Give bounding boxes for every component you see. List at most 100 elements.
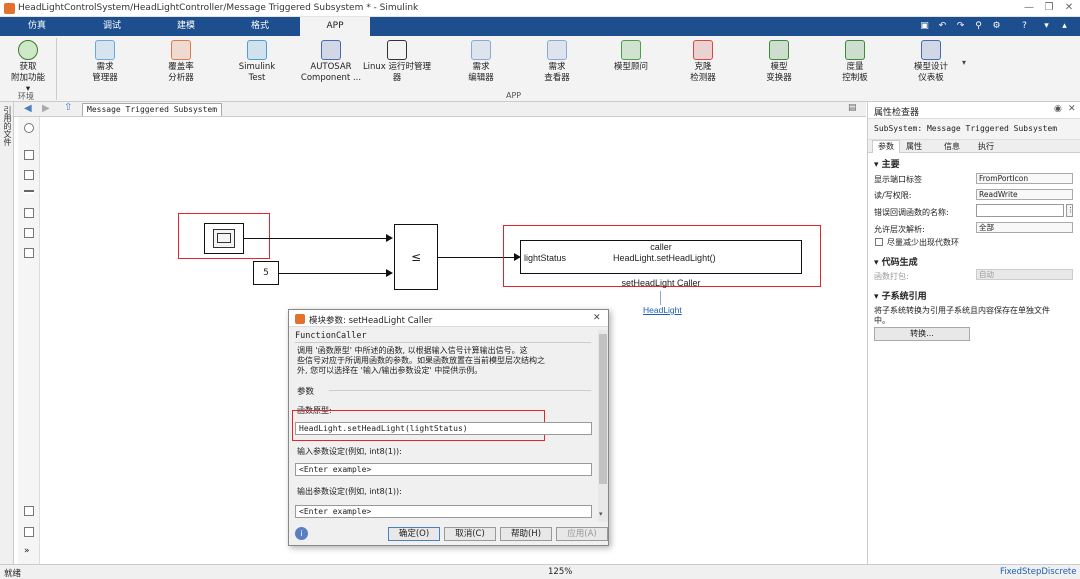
maximize-icon[interactable]: ❐: [1042, 2, 1056, 14]
inspector-close-icon[interactable]: ✕: [1068, 104, 1076, 114]
ribbon-button-label: 管理器: [92, 73, 118, 83]
save-icon[interactable]: ▣: [918, 20, 931, 33]
ribbon-button-linux-runtime[interactable]: Linux 运行时管理器: [362, 40, 432, 92]
output-spec-input[interactable]: <Enter example>: [295, 505, 592, 518]
arrow-icon[interactable]: [24, 190, 34, 194]
metrics-dashboard-icon: [845, 40, 865, 60]
ribbon-button-label: 编辑器: [468, 73, 494, 83]
settings-icon[interactable]: ⚙: [990, 20, 1003, 33]
constant-block[interactable]: 5: [253, 261, 279, 285]
minimize-icon[interactable]: —: [1022, 2, 1036, 14]
area-icon[interactable]: [24, 248, 34, 258]
function-caller-block[interactable]: caller lightStatus HeadLight.setHeadLigh…: [520, 240, 802, 274]
help-button[interactable]: 帮助(H): [500, 527, 552, 541]
redo-icon[interactable]: ↷: [954, 20, 967, 33]
ribbon-button-label: AUTOSAR: [310, 62, 352, 72]
image-icon[interactable]: [24, 228, 34, 238]
input-spec-input[interactable]: <Enter example>: [295, 463, 592, 476]
inspector-tab-exec[interactable]: 执行: [978, 141, 994, 152]
ribbon-button-label: 分析器: [168, 73, 194, 83]
ok-button[interactable]: 确定(O): [388, 527, 440, 541]
breadcrumb[interactable]: Message Triggered Subsystem: [82, 103, 223, 116]
help-icon[interactable]: ?: [1018, 20, 1031, 33]
rw-permission-select[interactable]: ReadWrite: [976, 189, 1073, 200]
inspector-tab-params[interactable]: 参数: [872, 140, 900, 153]
property-icon[interactable]: [24, 527, 34, 537]
ribbon-button-requirements[interactable]: 需求 管理器: [70, 40, 140, 92]
error-callback-input[interactable]: [976, 204, 1064, 217]
expand-palette-icon[interactable]: »: [24, 546, 30, 556]
ribbon-button-model-transformer[interactable]: 模型 变换器: [744, 40, 814, 92]
ribbon-button-label: 模型顾问: [613, 62, 648, 72]
tab-simulation[interactable]: 仿真: [18, 17, 56, 36]
editor-toolbar: ◀ ▶ ⇧ Message Triggered Subsystem ▤: [0, 102, 866, 117]
zoom-level[interactable]: 125%: [548, 567, 572, 577]
close-icon[interactable]: ✕: [1062, 2, 1076, 14]
hierarchy-resolve-select[interactable]: 全部: [976, 222, 1073, 233]
codegen-section-header[interactable]: ▾ 代码生成: [874, 255, 918, 268]
row-label: 显示端口标签: [874, 175, 922, 184]
fit-view-icon[interactable]: [24, 170, 34, 180]
tab-format[interactable]: 格式: [240, 17, 280, 36]
inspector-tab-info[interactable]: 信息: [944, 141, 960, 152]
tab-modeling[interactable]: 建模: [166, 17, 206, 36]
screenshot-icon[interactable]: [24, 506, 34, 516]
hide-explorer-icon[interactable]: [24, 123, 34, 133]
message-receive-block[interactable]: [204, 223, 244, 254]
inspector-title: 属性检查器: [874, 108, 920, 118]
envelope-icon: [213, 229, 235, 248]
zoom-icon[interactable]: [24, 150, 34, 160]
referenced-files-tab[interactable]: 引用的文件: [1, 106, 13, 156]
port-label-select[interactable]: FromPortIcon: [976, 173, 1073, 184]
annotation-icon[interactable]: [24, 208, 34, 218]
row-label: 读/写权限:: [874, 191, 912, 200]
collapse-ribbon-icon[interactable]: ▾: [1040, 20, 1053, 33]
solver-link[interactable]: FixedStepDiscrete: [1000, 567, 1077, 577]
ribbon-button-req-editor[interactable]: 需求 编辑器: [446, 40, 516, 92]
ribbon-more-icon[interactable]: ▾: [962, 58, 966, 67]
caller-block-name[interactable]: setHeadLight Caller: [520, 278, 802, 288]
block-palette: [18, 117, 40, 564]
up-icon[interactable]: ⇧: [64, 102, 72, 113]
dialog-scrollbar[interactable]: ▾: [598, 330, 608, 522]
ribbon-button-autosar[interactable]: AUTOSAR Component ...: [296, 40, 366, 92]
relational-operator-block[interactable]: ≤: [394, 224, 438, 290]
search-icon[interactable]: ⚲: [972, 20, 985, 33]
back-icon[interactable]: ◀: [24, 103, 32, 114]
ribbon-button-coverage[interactable]: 覆盖率 分析器: [146, 40, 216, 92]
ribbon-button-design-dashboard[interactable]: 模型设计 仪表板: [896, 40, 966, 92]
ribbon-button-req-viewer[interactable]: 需求 查看器: [522, 40, 592, 92]
ribbon-button-label: 变换器: [766, 73, 792, 83]
ref-section-header[interactable]: ▾ 子系统引用: [874, 289, 927, 302]
ribbon-button-label: 检测器: [690, 73, 716, 83]
cancel-button[interactable]: 取消(C): [444, 527, 496, 541]
description-line2: 些信号对应于所调用函数的参数。如果函数放置在当前模型层次结构之: [297, 356, 545, 365]
inspector-menu-icon[interactable]: ◉: [1054, 104, 1062, 114]
ribbon-button-model-advisor[interactable]: 模型顾问: [596, 40, 666, 92]
tab-debug[interactable]: 调试: [92, 17, 132, 36]
pkg-label: 函数打包:: [874, 272, 909, 281]
ribbon-button-metrics-dashboard[interactable]: 度量 控制板: [820, 40, 890, 92]
inspector-tab-props[interactable]: 属性: [906, 141, 922, 152]
scroll-down-icon[interactable]: ▾: [599, 510, 603, 518]
ribbon-button-clone-detector[interactable]: 克隆 检测器: [668, 40, 738, 92]
headlight-link[interactable]: HeadLight: [643, 305, 682, 315]
info-icon[interactable]: i: [295, 527, 308, 540]
more-options-icon[interactable]: ⋮: [1066, 204, 1074, 217]
ribbon-button-label: 需求: [472, 62, 490, 72]
function-prototype-input[interactable]: HeadLight.setHeadLight(lightStatus): [295, 422, 592, 435]
undo-icon[interactable]: ↶: [936, 20, 949, 33]
ribbon-button-test[interactable]: Simulink Test: [222, 40, 292, 92]
hide-panel-icon[interactable]: ▤: [848, 103, 857, 113]
scrollbar-thumb[interactable]: [599, 334, 607, 484]
tab-app[interactable]: APP: [300, 17, 370, 36]
convert-button[interactable]: 转换...: [874, 327, 970, 341]
forward-icon[interactable]: ▶: [42, 103, 50, 114]
section-divider: [295, 342, 591, 343]
dialog-close-icon[interactable]: ✕: [593, 313, 601, 323]
coverage-icon: [171, 40, 191, 60]
main-section-header[interactable]: ▾ 主要: [874, 157, 900, 170]
algebraic-loop-checkbox[interactable]: [875, 238, 883, 246]
expand-icon[interactable]: ▴: [1058, 20, 1071, 33]
get-addons-button[interactable]: 获取 附加功能 ▾: [8, 40, 48, 94]
